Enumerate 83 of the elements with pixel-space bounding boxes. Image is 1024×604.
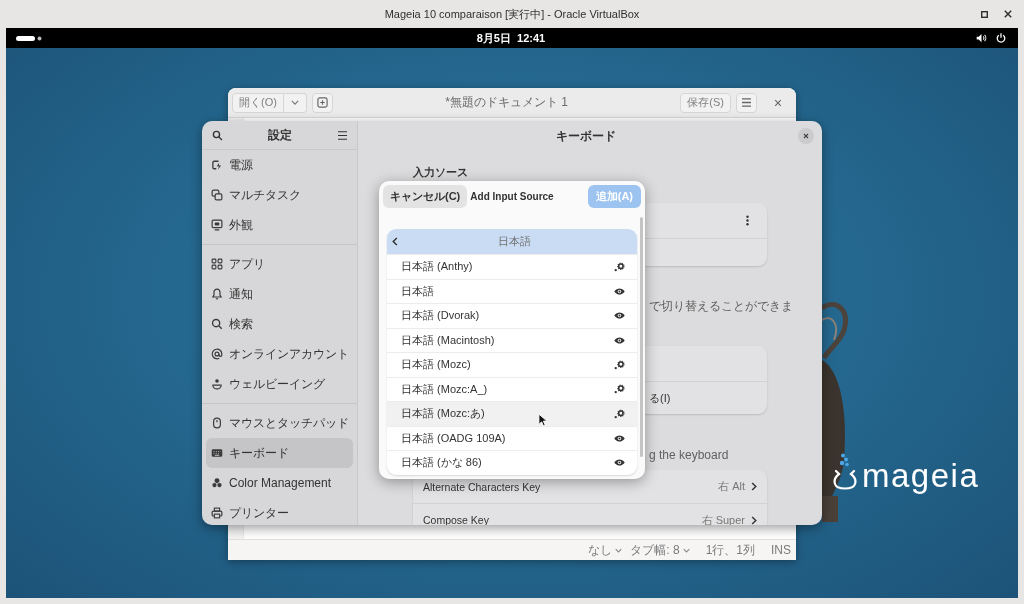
display-icon [211,219,223,231]
mouse-pointer-icon [538,413,547,427]
sidebar-item[interactable]: プリンター [206,498,353,525]
input-source-item[interactable]: 日本語 (Dvorak) [387,303,637,328]
input-source-item[interactable]: 日本語 (かな 86) [387,450,637,475]
new-tab-button[interactable] [311,92,333,113]
menu-icon[interactable] [337,130,348,140]
clock[interactable]: 8月5日 12:41 [476,30,546,46]
menu-icon [741,98,752,107]
description-text: で切り替えることができま [649,299,793,313]
input-source-item[interactable]: 日本語 [387,278,637,303]
section-heading: 入力ソース [413,165,469,179]
sidebar-item[interactable]: オンラインアカウント [206,339,353,369]
chevron-right-icon [751,515,757,525]
gear-icon [614,384,625,395]
back-chevron-icon [392,237,398,246]
scrollbar[interactable] [640,217,643,457]
status-dropdown[interactable]: なし [588,541,623,559]
open-button[interactable]: 開く(O) [232,92,284,113]
gear-icon [614,408,625,419]
workspace-indicator-icon[interactable] [16,35,42,41]
sidebar-item[interactable]: ウェルビーイング [206,369,353,399]
close-button[interactable] [798,128,814,144]
option-label[interactable]: る(I) [649,390,671,406]
dialog-title: Add Input Source [470,190,554,202]
eye-icon [614,287,625,295]
close-icon [803,133,809,139]
eye-icon [614,434,625,442]
sidebar-item[interactable]: マウスとタッチパッド [206,408,353,438]
volume-icon[interactable] [976,33,987,43]
status-text: INS [771,543,791,557]
search-icon[interactable] [212,129,223,141]
input-source-item[interactable]: 日本語 (Mozc:あ) [387,401,637,426]
sidebar-item[interactable]: 通知 [206,279,353,309]
sidebar-item[interactable]: Color Management [206,468,353,498]
input-source-item[interactable]: 日本語 (Macintosh) [387,327,637,352]
app-grid-icon [211,258,223,270]
color-circles-icon [211,477,223,489]
sidebar-item[interactable]: 外観 [206,210,353,240]
power-icon[interactable] [996,33,1006,43]
caret-icon [290,100,299,105]
sidebar-item[interactable]: キーボード [206,438,353,468]
input-source-item[interactable]: 日本語 (Mozc) [387,352,637,377]
kebab-menu-icon[interactable] [746,215,749,226]
menu-button[interactable] [736,92,757,113]
cauldron-logo-icon [832,453,858,493]
sidebar-item[interactable]: アプリ [206,249,353,279]
sidebar-title: 設定 [268,126,292,144]
page-title: キーボード [556,127,616,145]
battery-icon [211,159,223,171]
input-source-item[interactable]: 日本語 (Anthy) [387,254,637,279]
input-source-item[interactable]: 日本語 (OADG 109A) [387,425,637,450]
caret-icon [615,547,623,553]
sidebar-item[interactable]: 電源 [206,150,353,180]
description-text: g the keyboard [649,448,729,462]
search-icon [211,318,223,330]
mouse-icon [211,417,223,429]
save-button[interactable]: 保存(S) [680,92,731,113]
status-dropdown[interactable]: タブ幅: 8 [630,541,690,559]
overlapping-windows-icon [211,189,223,201]
category-back-button[interactable]: 日本語 [387,229,637,254]
printer-icon [211,507,223,519]
eye-icon [614,459,625,467]
eye-icon [614,312,625,320]
gear-icon [614,359,625,370]
restore-icon[interactable] [981,10,988,18]
eye-icon [614,336,625,344]
bell-icon [211,288,223,300]
keyboard-icon [211,447,223,459]
cancel-button[interactable]: キャンセル(C) [383,184,468,208]
at-sign-icon [211,348,223,360]
status-text: 1行、1列 [705,541,755,559]
person-icon [211,378,223,390]
caret-icon [682,547,690,553]
window-title: Mageia 10 comparaison [実行中] - Oracle VirtualBox [384,6,640,22]
chevron-right-icon [751,482,757,491]
close-icon[interactable] [1004,10,1012,18]
document-title: *無題のドキュメント 1 [444,94,569,111]
sidebar-item[interactable]: マルチタスク [206,180,353,210]
plus-square-icon [316,97,328,108]
sidebar-item[interactable]: 検索 [206,309,353,339]
gear-icon [614,261,625,272]
logo-wordmark: mageia [862,459,980,493]
